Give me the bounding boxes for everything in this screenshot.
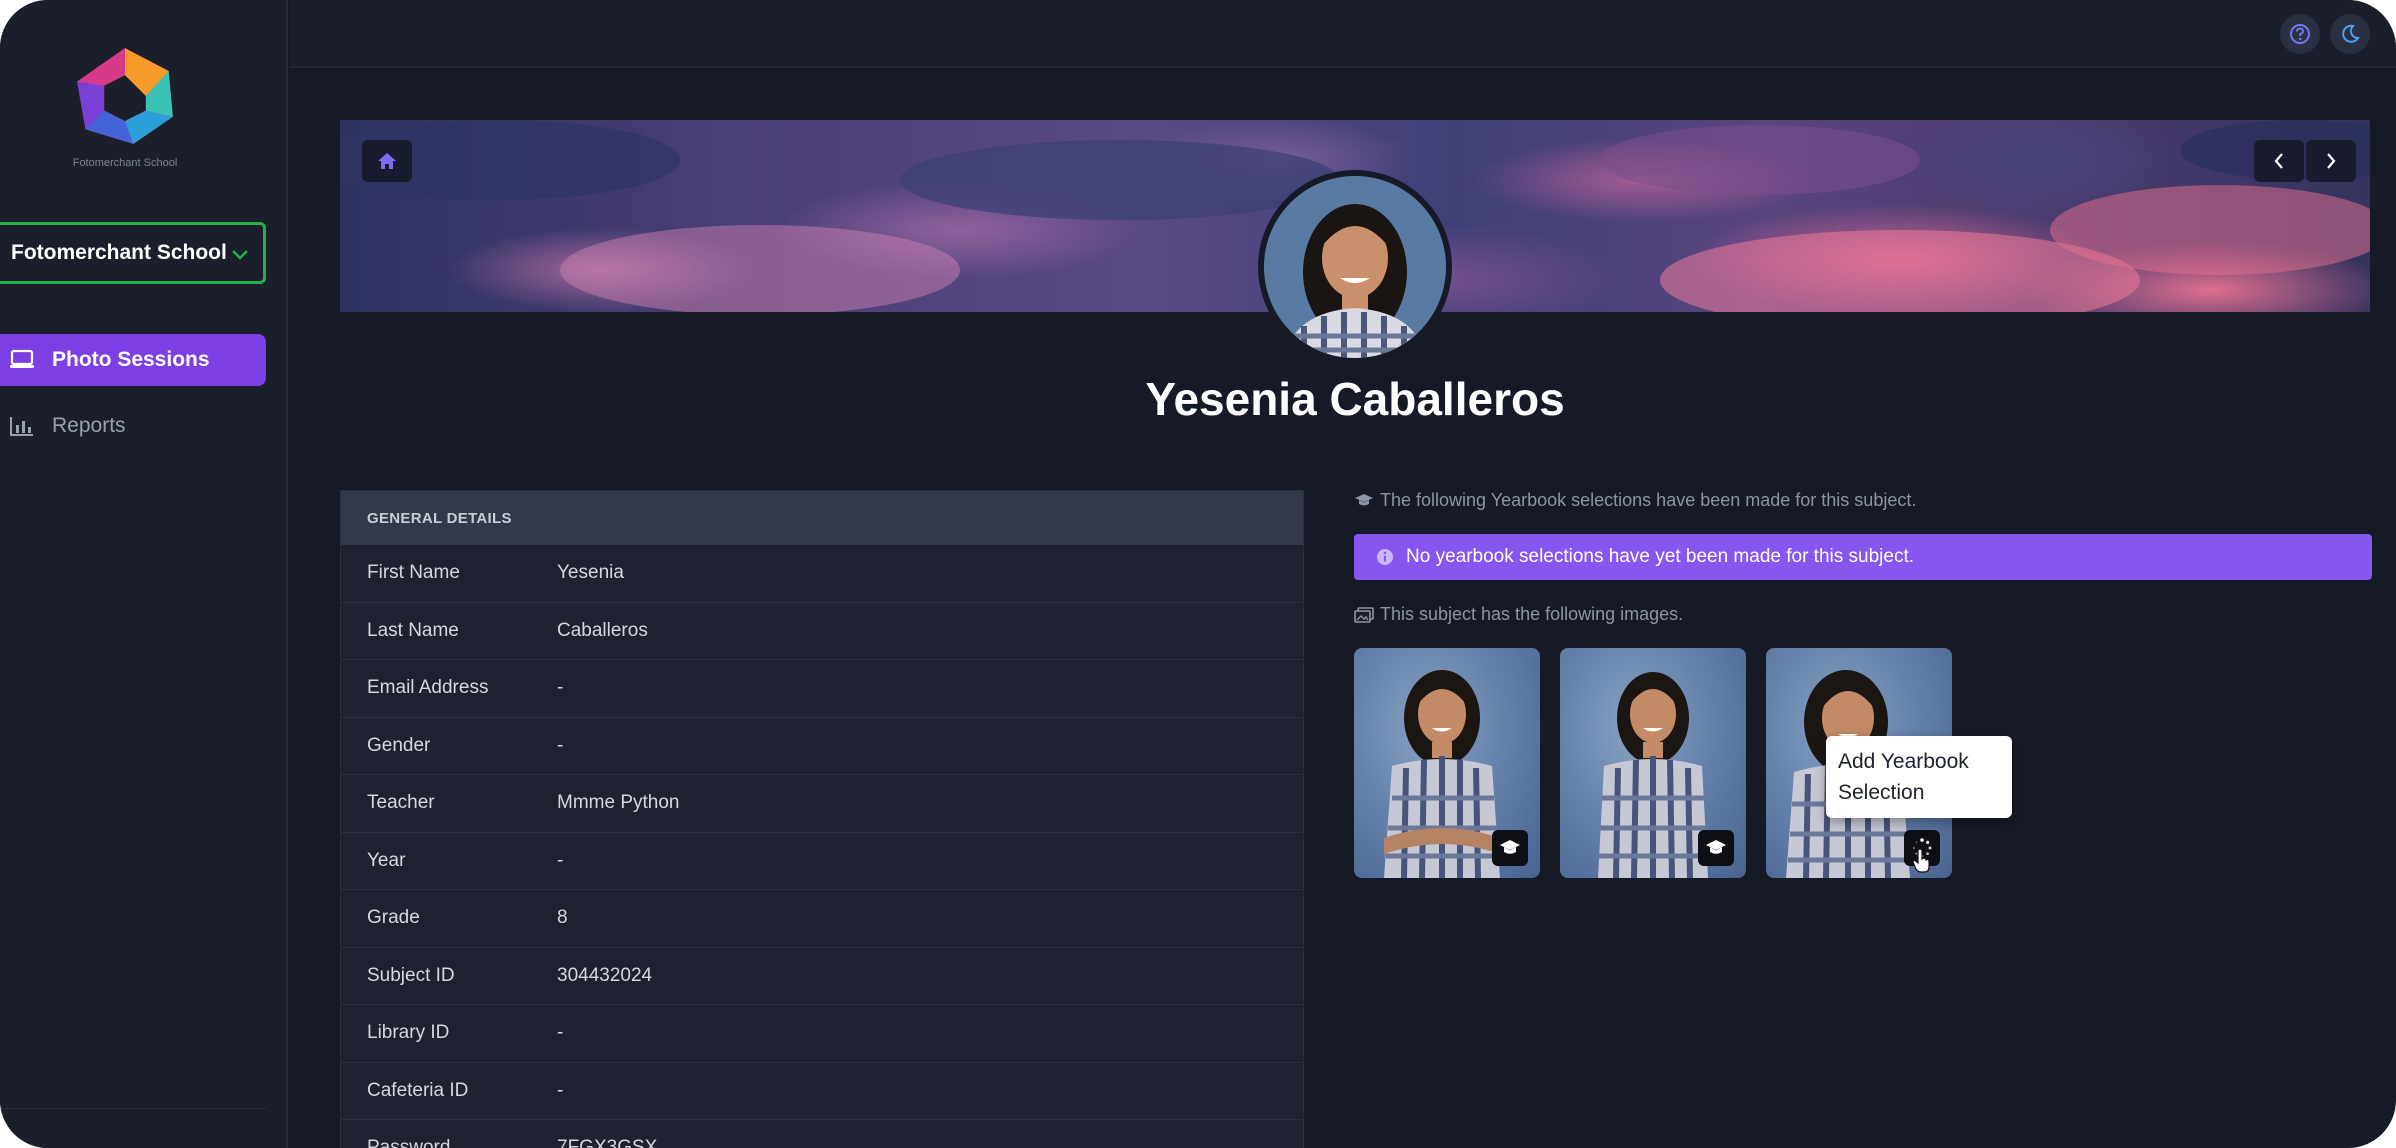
detail-label: Year — [367, 849, 406, 871]
no-selections-alert: No yearbook selections have yet been mad… — [1354, 534, 2372, 580]
graduation-cap-icon — [1354, 493, 1374, 509]
detail-value: 304432024 — [557, 964, 653, 986]
theme-toggle-button[interactable] — [2330, 14, 2370, 54]
school-select-label: Fotomerchant School — [11, 241, 227, 264]
subject-avatar — [1258, 170, 1452, 364]
detail-label: Subject ID — [367, 964, 455, 986]
detail-value: 7FGX3GSX — [557, 1137, 658, 1148]
table-row: Gender - — [341, 718, 1303, 775]
info-icon — [1376, 548, 1394, 566]
detail-value: - — [557, 1079, 564, 1101]
detail-label: Cafeteria ID — [367, 1079, 469, 1101]
detail-label: Teacher — [367, 792, 435, 814]
subject-name: Yesenia Caballeros — [1145, 373, 1565, 425]
chevron-left-icon — [2274, 153, 2283, 169]
table-row: First Name Yesenia — [341, 545, 1303, 603]
home-button[interactable] — [362, 140, 412, 182]
add-yearbook-selection-button[interactable] — [1698, 830, 1734, 866]
add-yearbook-selection-tooltip: Add Yearbook Selection — [1826, 736, 2012, 818]
detail-value: - — [557, 734, 564, 756]
app-window: Fotomerchant School Fotomerchant School … — [0, 0, 2396, 1148]
general-details-header: GENERAL DETAILS — [341, 491, 1303, 545]
detail-value: 8 — [557, 907, 568, 929]
detail-value: - — [557, 849, 564, 871]
previous-subject-button[interactable] — [2254, 140, 2304, 182]
help-button[interactable] — [2280, 14, 2320, 54]
images-icon — [1354, 606, 1374, 623]
subject-images-text: This subject has the following images. — [1380, 604, 1684, 624]
table-row: Last Name Caballeros — [341, 603, 1303, 660]
sidebar-item-label: Photo Sessions — [52, 348, 210, 371]
school-logo[interactable]: Fotomerchant School — [70, 44, 180, 170]
laptop-icon — [8, 346, 36, 374]
table-row: Password 7FGX3GSX — [341, 1120, 1303, 1148]
detail-label: Last Name — [367, 619, 459, 641]
detail-label: Gender — [367, 734, 431, 756]
alert-text: No yearbook selections have yet been mad… — [1406, 546, 1915, 567]
next-subject-button[interactable] — [2306, 140, 2356, 182]
sidebar-divider — [0, 1108, 266, 1109]
detail-value: - — [557, 1022, 564, 1044]
subject-image-thumbnail[interactable] — [1560, 648, 1746, 878]
school-select[interactable]: Fotomerchant School — [0, 222, 266, 284]
table-row: Email Address - — [341, 660, 1303, 718]
detail-value: Mmme Python — [557, 792, 680, 814]
help-icon — [2290, 24, 2310, 44]
logo-caption: Fotomerchant School — [72, 157, 178, 169]
detail-label: First Name — [367, 562, 460, 584]
table-row: Grade 8 — [341, 890, 1303, 948]
table-row: Subject ID 304432024 — [341, 948, 1303, 1005]
bar-chart-icon — [8, 412, 36, 440]
detail-label: Grade — [367, 907, 420, 929]
yearbook-selections-info: The following Yearbook selections have b… — [1354, 490, 1916, 511]
detail-label: Password — [367, 1137, 451, 1148]
table-row: Cafeteria ID - — [341, 1063, 1303, 1120]
sidebar: Fotomerchant School Fotomerchant School … — [0, 0, 288, 1148]
chevron-right-icon — [2327, 153, 2336, 169]
sidebar-item-photo-sessions[interactable]: Photo Sessions — [0, 334, 266, 386]
logo-icon — [77, 48, 173, 144]
top-bar — [290, 0, 2396, 68]
detail-label: Email Address — [367, 677, 489, 699]
table-row: Year - — [341, 833, 1303, 890]
graduation-cap-icon — [1706, 840, 1726, 854]
subject-images-info: This subject has the following images. — [1354, 604, 1683, 625]
moon-icon — [2342, 24, 2360, 43]
detail-value: Yesenia — [557, 562, 624, 584]
subject-image-thumbnail[interactable] — [1354, 648, 1540, 878]
home-icon — [378, 153, 396, 169]
sidebar-item-label: Reports — [52, 414, 126, 437]
sidebar-item-reports[interactable]: Reports — [0, 400, 266, 452]
detail-value: - — [557, 677, 564, 699]
general-details-table: GENERAL DETAILS First Name Yesenia Last N… — [340, 490, 1304, 1148]
table-row: Teacher Mmme Python — [341, 775, 1303, 833]
mouse-cursor — [1912, 848, 1930, 873]
chevron-down-icon — [231, 250, 248, 260]
detail-value: Caballeros — [557, 619, 648, 641]
table-row: Library ID - — [341, 1005, 1303, 1063]
detail-label: Library ID — [367, 1022, 450, 1044]
yearbook-selections-text: The following Yearbook selections have b… — [1380, 490, 1917, 510]
graduation-cap-icon — [1500, 840, 1520, 854]
add-yearbook-selection-button[interactable] — [1492, 830, 1528, 866]
